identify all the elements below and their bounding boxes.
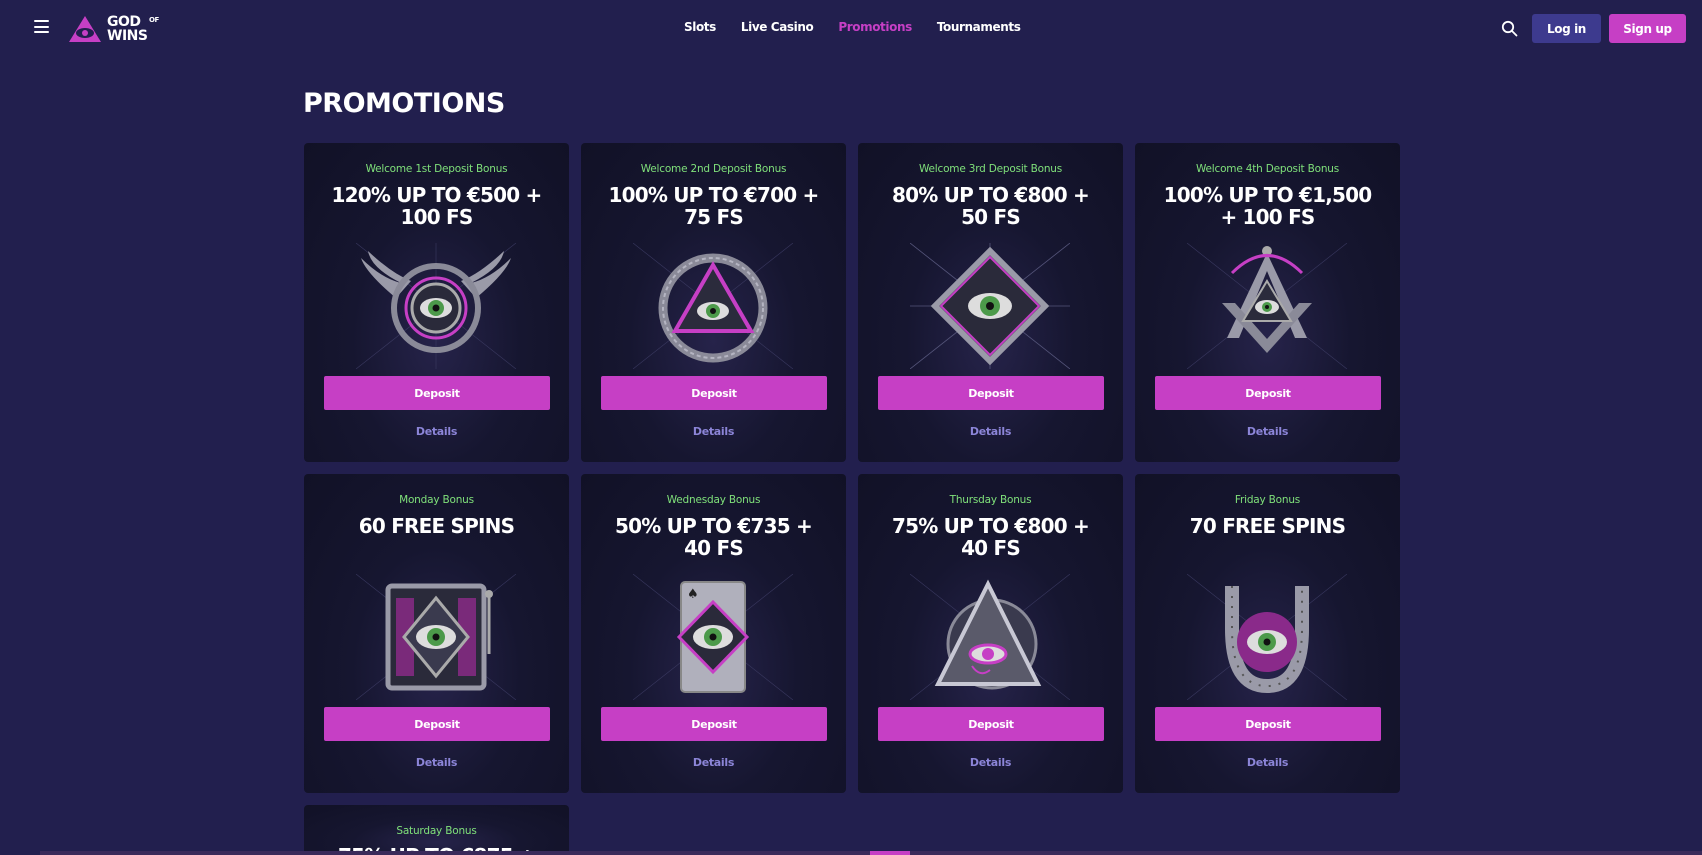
diamond-eye-icon [910, 243, 1070, 369]
promo-subtitle: Wednesday Bonus [666, 494, 761, 506]
promo-subtitle: Saturday Bonus [396, 825, 477, 837]
promo-subtitle: Thursday Bonus [949, 494, 1032, 506]
details-link[interactable]: Details [304, 756, 569, 769]
site-header: GOD OF WINS Slots Live Casino Promotions… [0, 0, 1702, 56]
promo-headline: 80% UP TO €800 + 50 FS [892, 183, 1090, 229]
deposit-button[interactable]: Deposit [601, 376, 827, 410]
promo-subtitle: Friday Bonus [1234, 494, 1301, 506]
details-link[interactable]: Details [1135, 756, 1400, 769]
promo-card: Monday Bonus 60 FREE SPINS Deposit Detai… [304, 474, 569, 793]
details-link[interactable]: Details [304, 425, 569, 438]
deposit-button[interactable]: Deposit [324, 707, 550, 741]
promo-card: Welcome 1st Deposit Bonus 120% UP TO €50… [304, 143, 569, 462]
playing-card-eye-icon: ♠ [633, 574, 793, 700]
login-button[interactable]: Log in [1532, 14, 1601, 43]
promo-card: Friday Bonus 70 FREE SPINS Deposit Detai… [1135, 474, 1400, 793]
promo-headline: 100% UP TO €700 + 75 FS [608, 183, 819, 229]
pyramid-eye-logo-icon [69, 16, 101, 42]
promo-headline: 75% UP TO €800 + 40 FS [892, 514, 1090, 560]
horseshoe-eye-icon [1187, 574, 1347, 700]
horizontal-scrollbar[interactable] [40, 851, 1702, 855]
deposit-button[interactable]: Deposit [1155, 376, 1381, 410]
main-nav: Slots Live Casino Promotions Tournaments [684, 20, 1021, 34]
details-link[interactable]: Details [858, 425, 1123, 438]
deposit-button[interactable]: Deposit [1155, 707, 1381, 741]
details-link[interactable]: Details [1135, 425, 1400, 438]
nav-promotions[interactable]: Promotions [838, 20, 912, 34]
details-link[interactable]: Details [581, 756, 846, 769]
promo-subtitle: Welcome 2nd Deposit Bonus [640, 163, 787, 175]
slot-machine-eye-icon [356, 574, 516, 700]
deposit-button[interactable]: Deposit [878, 707, 1104, 741]
hamburger-menu-icon[interactable] [34, 20, 49, 33]
page-title: PROMOTIONS [303, 88, 505, 119]
nav-slots[interactable]: Slots [684, 20, 716, 34]
promo-subtitle: Monday Bonus [399, 494, 474, 506]
deposit-button[interactable]: Deposit [878, 376, 1104, 410]
promotions-grid: Welcome 1st Deposit Bonus 120% UP TO €50… [304, 143, 1401, 855]
promo-card: Welcome 2nd Deposit Bonus 100% UP TO €70… [581, 143, 846, 462]
promo-card: Welcome 3rd Deposit Bonus 80% UP TO €800… [858, 143, 1123, 462]
eye-of-horus-triangle-icon [910, 574, 1070, 700]
promo-card: Saturday Bonus 75% UP TO €875 + [304, 805, 569, 855]
promo-card: Wednesday Bonus 50% UP TO €735 + 40 FS ♠… [581, 474, 846, 793]
brand-logo[interactable]: GOD OF WINS [68, 12, 159, 46]
compass-eye-icon [1187, 243, 1347, 369]
deposit-button[interactable]: Deposit [601, 707, 827, 741]
nav-tournaments[interactable]: Tournaments [937, 20, 1021, 34]
promo-headline: 100% UP TO €1,500 + 100 FS [1163, 183, 1373, 229]
nav-live-casino[interactable]: Live Casino [741, 20, 814, 34]
promo-headline: 70 FREE SPINS [1189, 514, 1346, 538]
promo-headline: 120% UP TO €500 + 100 FS [331, 183, 542, 229]
brand-wordmark: GOD OF WINS [107, 14, 159, 44]
details-link[interactable]: Details [581, 425, 846, 438]
promo-card: Welcome 4th Deposit Bonus 100% UP TO €1,… [1135, 143, 1400, 462]
promo-subtitle: Welcome 4th Deposit Bonus [1195, 163, 1340, 175]
details-link[interactable]: Details [858, 756, 1123, 769]
search-icon[interactable] [1501, 20, 1518, 37]
signup-button[interactable]: Sign up [1609, 14, 1686, 43]
promo-card: Thursday Bonus 75% UP TO €800 + 40 FS De… [858, 474, 1123, 793]
winged-eye-icon [356, 243, 516, 369]
promo-headline: 60 FREE SPINS [358, 514, 515, 538]
promo-subtitle: Welcome 3rd Deposit Bonus [918, 163, 1063, 175]
deposit-button[interactable]: Deposit [324, 376, 550, 410]
svg-text:♠: ♠ [687, 587, 699, 602]
promo-subtitle: Welcome 1st Deposit Bonus [365, 163, 508, 175]
promo-headline: 50% UP TO €735 + 40 FS [615, 514, 813, 560]
serpent-triangle-eye-icon [633, 243, 793, 369]
